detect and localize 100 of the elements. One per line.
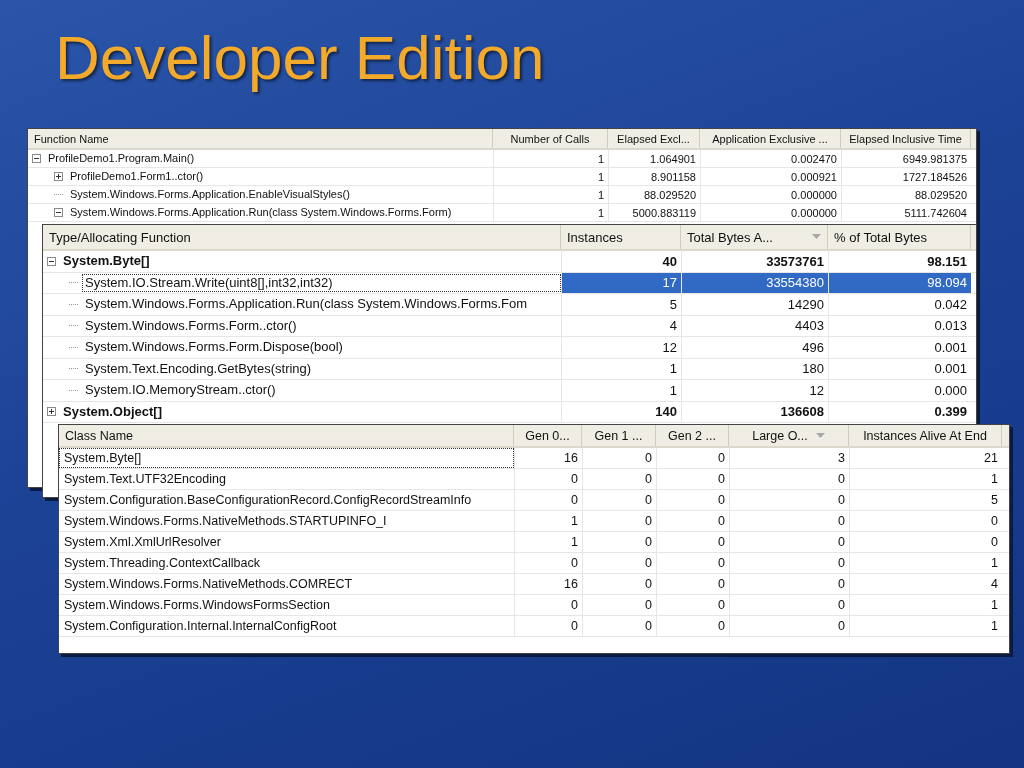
tree-label: ProfileDemo1.Form1..ctor() (69, 169, 205, 185)
table-cell: 0 (514, 469, 582, 489)
table-cell-text: System.Windows.Forms.NativeMethods.STARTUPINFO_I (63, 513, 388, 530)
column-header[interactable]: Gen 1 ... (582, 425, 656, 446)
table-cell: 1 (493, 204, 608, 221)
table-cell: 1 (514, 511, 582, 531)
table-cell-text: System.Windows.Forms.NativeMethods.COMRECT (63, 576, 354, 593)
table-cell: 16 (514, 448, 582, 468)
table-cell: 98.094 (828, 272, 971, 293)
tree-label: System.Windows.Forms.Form.Dispose(bool) (84, 338, 344, 357)
table-cell: 1 (561, 380, 681, 401)
table-cell: 0.399 (828, 401, 971, 422)
table-cell: 3 (729, 448, 849, 468)
tree-row[interactable]: System.Text.Encoding.GetBytes(string) 1 180 0.001 (43, 358, 976, 380)
table-cell: 0 (582, 469, 656, 489)
column-header[interactable]: Function Name (28, 129, 493, 148)
table-cell: 0 (514, 616, 582, 636)
table-cell: 40 (561, 251, 681, 272)
table-cell: 1 (561, 358, 681, 379)
tree-label: System.Windows.Forms.Application.Run(class System.Windows.Forms.Form) (69, 205, 453, 221)
tree-label: System.IO.MemoryStream..ctor() (84, 381, 277, 400)
table-cell: 0 (656, 616, 729, 636)
tree-row[interactable]: System.Windows.Forms.Form.Dispose(bool) 12 496 0.001 (43, 337, 976, 359)
table-cell: 0 (729, 574, 849, 594)
table-cell: 4403 (681, 315, 828, 336)
table-cell: 0 (849, 511, 1002, 531)
table-cell: 0 (582, 490, 656, 510)
table-cell: 0 (582, 574, 656, 594)
column-header[interactable]: Elapsed Inclusive Time (841, 129, 971, 148)
table-cell: 0.000000 (700, 204, 841, 221)
table-cell: 4 (561, 315, 681, 336)
table-cell: 0 (729, 511, 849, 531)
column-header[interactable]: Class Name (59, 425, 514, 446)
table-cell: 0 (582, 553, 656, 573)
tree-row[interactable]: System.Windows.Forms.Form..ctor() 4 4403 0.013 (43, 315, 976, 337)
table-cell: 496 (681, 337, 828, 358)
table-cell: 33573761 (681, 251, 828, 272)
tree-row[interactable]: System.IO.Stream.Write(uint8[],int32,int32) 17 33554380 98.094 (43, 272, 976, 294)
tree-row[interactable]: System.Object[] 140 136608 0.399 (43, 401, 976, 423)
column-header[interactable]: % of Total Bytes (828, 225, 971, 249)
tree-label: ProfileDemo1.Program.Main() (47, 151, 196, 167)
table-cell: 0 (514, 553, 582, 573)
table-cell-text: System.Configuration.Internal.InternalConfigRoot (63, 618, 338, 635)
table-cell: 0 (656, 595, 729, 615)
table-cell: 1 (514, 532, 582, 552)
table-cell: 0.001 (828, 358, 971, 379)
tree-label: System.Text.Encoding.GetBytes(string) (84, 359, 313, 378)
table-cell: System.Byte[] (59, 448, 514, 468)
table-cell: 6949.981375 (841, 150, 971, 167)
column-header[interactable]: Instances Alive At End (849, 425, 1002, 446)
table-cell: 98.151 (828, 251, 971, 272)
table-cell: 8.901158 (608, 168, 700, 185)
column-header[interactable]: Gen 0... (514, 425, 582, 446)
table-cell: 1727.184526 (841, 168, 971, 185)
tree-label: System.Windows.Forms.Application.EnableVisualStyles() (69, 187, 351, 203)
table-cell: 0 (656, 511, 729, 531)
tree-label: System.Windows.Forms.Form..ctor() (84, 316, 298, 335)
table-cell: 0 (656, 448, 729, 468)
tree-row[interactable]: System.Byte[] 40 33573761 98.151 (43, 251, 976, 273)
column-header[interactable]: Number of Calls (493, 129, 608, 148)
table-cell: 5111.742604 (841, 204, 971, 221)
table-cell: 0 (656, 574, 729, 594)
column-header[interactable]: Instances (561, 225, 681, 249)
table-cell: 1 (849, 595, 1002, 615)
table-cell: 5 (561, 294, 681, 315)
table-cell: 12 (681, 380, 828, 401)
column-header[interactable]: Total Bytes A... (681, 225, 828, 249)
collapse-icon[interactable] (47, 256, 56, 266)
table-cell: 0 (514, 490, 582, 510)
table-cell: 0.013 (828, 315, 971, 336)
column-header[interactable]: Type/Allocating Function (43, 225, 561, 249)
table-cell: 0 (656, 469, 729, 489)
column-header[interactable]: Application Exclusive ... (700, 129, 841, 148)
table-cell-text: System.Xml.XmlUrlResolver (63, 534, 222, 551)
column-header[interactable]: Large O... (729, 425, 849, 446)
table-cell: 1 (493, 168, 608, 185)
table-cell: 0 (729, 532, 849, 552)
table-cell: 1 (493, 150, 608, 167)
table-cell: 0 (656, 490, 729, 510)
table-cell: 0 (582, 532, 656, 552)
expand-icon[interactable] (54, 172, 63, 181)
table-cell: 14290 (681, 294, 828, 315)
table-cell: 5 (849, 490, 1002, 510)
table-cell: 180 (681, 358, 828, 379)
expand-icon[interactable] (47, 407, 56, 417)
tree-label: System.IO.Stream.Write(uint8[],int32,int32) (82, 273, 561, 292)
column-header[interactable]: Elapsed Excl... (608, 129, 700, 148)
table-cell: 0 (849, 532, 1002, 552)
table-cell: 0 (582, 616, 656, 636)
collapse-icon[interactable] (32, 154, 41, 163)
table-cell-text: System.Windows.Forms.WindowsFormsSection (63, 597, 332, 614)
tree-row[interactable]: System.IO.MemoryStream..ctor() 1 12 0.000 (43, 380, 976, 402)
table-cell: 21 (849, 448, 1002, 468)
table-cell: 0 (729, 553, 849, 573)
tree-row[interactable]: System.Windows.Forms.Application.Run(class System.Windows.Forms.Fom 5 14290 0.042 (43, 294, 976, 316)
table-cell: 0 (656, 532, 729, 552)
collapse-icon[interactable] (54, 208, 63, 217)
table-cell: 5000.883119 (608, 204, 700, 221)
column-header[interactable]: Gen 2 ... (656, 425, 729, 446)
table-cell: 0.000 (828, 380, 971, 401)
